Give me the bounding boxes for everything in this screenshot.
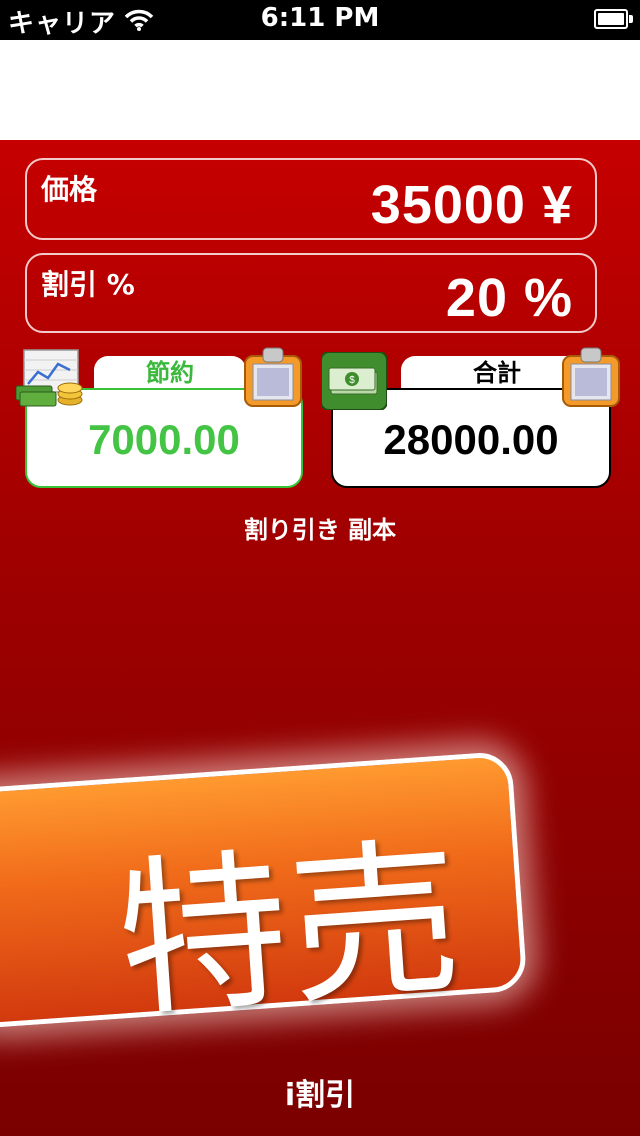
battery-icon bbox=[594, 9, 633, 29]
discount-field[interactable]: 割引 % 20 % bbox=[25, 253, 597, 333]
app-screen: キャリア 6:11 PM 価格 35000 ¥ 割引 % 20 % 節約 700… bbox=[0, 0, 640, 1136]
clock: 6:11 PM bbox=[260, 3, 380, 33]
svg-text:$: $ bbox=[349, 375, 355, 386]
sale-badge-text: 特売 bbox=[111, 819, 469, 1042]
savings-tab-label: 節約 bbox=[94, 356, 246, 390]
copy-discount-link[interactable]: 割り引き 副本 bbox=[0, 510, 640, 545]
copy-savings-clipboard-icon[interactable] bbox=[243, 346, 303, 412]
app-name: i割引 bbox=[284, 1078, 356, 1113]
discount-value: 20 % bbox=[445, 268, 573, 328]
ad-banner-area bbox=[0, 40, 640, 140]
money-icon: $ bbox=[320, 351, 388, 414]
discount-label: 割引 % bbox=[41, 268, 135, 301]
status-bar: キャリア 6:11 PM bbox=[0, 0, 640, 40]
price-field[interactable]: 価格 35000 ¥ bbox=[25, 158, 597, 240]
copy-total-clipboard-icon[interactable] bbox=[561, 346, 621, 412]
chart-coins-icon bbox=[15, 348, 84, 412]
main-panel: 価格 35000 ¥ 割引 % 20 % 節約 7000.00 合計 28000… bbox=[0, 140, 640, 1136]
price-value: 35000 ¥ bbox=[370, 175, 573, 235]
price-label: 価格 bbox=[41, 173, 98, 206]
sale-badge: 特売 bbox=[0, 750, 528, 1041]
